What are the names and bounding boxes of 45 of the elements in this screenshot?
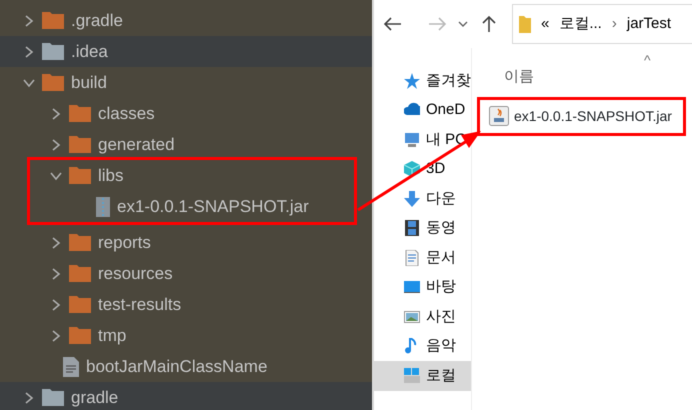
film-icon bbox=[404, 220, 420, 236]
file-tree-label[interactable]: resources bbox=[98, 260, 173, 286]
navigation-item[interactable]: 동영 bbox=[374, 214, 471, 243]
down-arrow-icon bbox=[404, 190, 420, 207]
cube-icon bbox=[404, 161, 420, 178]
folder-icon bbox=[519, 16, 531, 32]
caret-down-icon bbox=[458, 20, 468, 27]
text-file-icon bbox=[63, 356, 79, 376]
navigation-item[interactable]: 음악 bbox=[374, 332, 471, 361]
java-archive-icon bbox=[489, 106, 509, 126]
star-icon bbox=[404, 72, 420, 89]
breadcrumb-overflow[interactable]: « bbox=[541, 12, 550, 36]
computer-icon bbox=[404, 132, 420, 148]
navigation-item[interactable]: 로컬 bbox=[374, 361, 471, 390]
file-tree-label[interactable]: libs bbox=[98, 162, 124, 188]
file-tree-label[interactable]: generated bbox=[98, 132, 175, 158]
navigation-item[interactable]: 문서 bbox=[374, 243, 471, 272]
up-arrow-icon bbox=[482, 14, 496, 33]
picture-icon bbox=[404, 308, 420, 325]
breadcrumb[interactable]: jarTest bbox=[626, 12, 672, 36]
file-tree-label[interactable]: gradle bbox=[71, 384, 118, 410]
document-icon bbox=[404, 250, 420, 266]
file-tree-label[interactable]: bootJarMainClassName bbox=[86, 354, 268, 380]
breadcrumb[interactable]: 로컬... bbox=[559, 12, 602, 36]
file-tree-label[interactable]: reports bbox=[98, 230, 151, 256]
file-tree-label[interactable]: ex1-0.0.1-SNAPSHOT.jar bbox=[117, 194, 309, 220]
address-bar[interactable]: « 로컬... › jarTest bbox=[512, 4, 692, 44]
drive-icon bbox=[404, 368, 420, 384]
file-tree-label[interactable]: test-results bbox=[98, 292, 182, 318]
forward-arrow-icon bbox=[428, 16, 448, 32]
navigation-item[interactable]: 즐겨찾 bbox=[374, 66, 471, 96]
monitor-icon bbox=[404, 279, 420, 296]
navigation-item[interactable]: 바탕 bbox=[374, 272, 471, 302]
breadcrumb-separator: › bbox=[612, 14, 617, 34]
archive-file-icon bbox=[96, 196, 110, 216]
navigation-item[interactable]: OneD bbox=[374, 96, 471, 125]
navigation-item[interactable]: 다운 bbox=[374, 184, 471, 214]
file-tree-label[interactable]: .gradle bbox=[71, 8, 123, 34]
file-tree-label[interactable]: .idea bbox=[71, 38, 108, 64]
file-row-highlight[interactable]: ex1-0.0.1-SNAPSHOT.jar bbox=[477, 96, 686, 136]
file-tree-label[interactable]: classes bbox=[98, 100, 155, 126]
file-tree-label[interactable]: build bbox=[71, 70, 107, 96]
file-tree-label[interactable]: tmp bbox=[98, 322, 126, 348]
navigation-item[interactable]: 사진 bbox=[374, 302, 471, 332]
back-arrow-icon bbox=[382, 16, 402, 32]
